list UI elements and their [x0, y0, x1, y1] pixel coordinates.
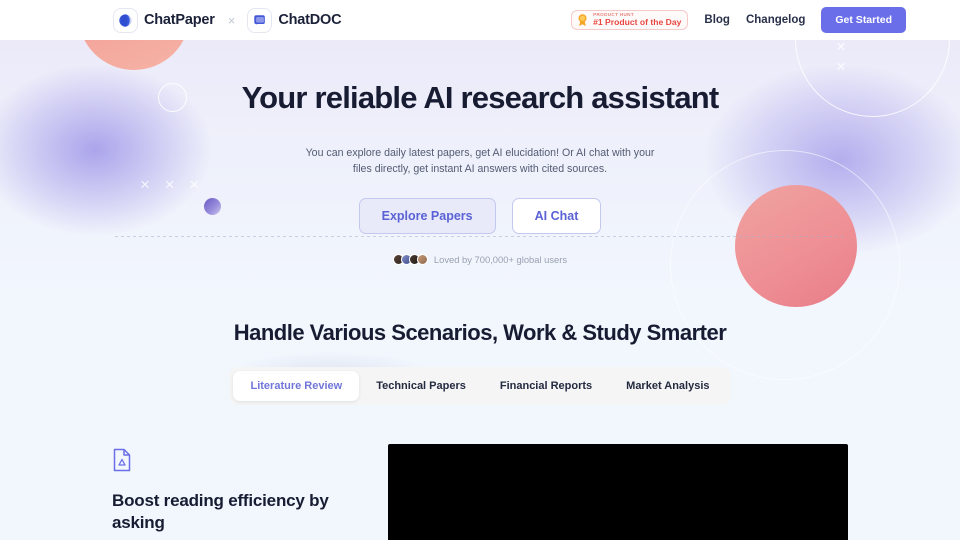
scenarios-section: Handle Various Scenarios, Work & Study S… [0, 320, 960, 405]
page-root: × × × × × ChatPaper × ChatDOC PRODUCT HU… [0, 0, 960, 540]
hero-subtitle: You can explore daily latest papers, get… [305, 147, 655, 176]
explore-papers-button[interactable]: Explore Papers [358, 197, 496, 234]
get-started-button[interactable]: Get Started [821, 7, 906, 33]
hero-section: Your reliable AI research assistant You … [0, 40, 960, 265]
header-actions: PRODUCT HUNT #1 Product of the Day Blog … [571, 7, 906, 33]
chatpaper-brand-name: ChatPaper [144, 12, 215, 28]
scenarios-title: Handle Various Scenarios, Work & Study S… [233, 319, 727, 345]
document-chart-icon [113, 448, 131, 472]
nav-link-changelog[interactable]: Changelog [746, 14, 805, 26]
page-content: Your reliable AI research assistant You … [0, 40, 960, 540]
hero-button-group: Explore Papers AI Chat [0, 197, 960, 234]
chatdoc-brand-name: ChatDOC [278, 12, 342, 28]
brand-group: ChatPaper × ChatDOC [114, 8, 342, 32]
tab-technical-papers[interactable]: Technical Papers [359, 371, 483, 401]
site-header: ChatPaper × ChatDOC PRODUCT HUNT #1 Prod… [0, 0, 960, 40]
tab-financial-reports[interactable]: Financial Reports [483, 371, 609, 401]
chatdoc-logo-icon[interactable] [248, 8, 272, 32]
product-hunt-badge[interactable]: PRODUCT HUNT #1 Product of the Day [571, 10, 689, 30]
product-hunt-badge-text: PRODUCT HUNT #1 Product of the Day [593, 12, 682, 27]
user-avatar-group [392, 253, 428, 265]
chatpaper-logo-icon[interactable] [114, 8, 137, 32]
social-proof: Loved by 700,000+ global users [0, 253, 960, 265]
social-proof-text: Loved by 700,000+ global users [433, 253, 568, 265]
brand-separator: × [227, 12, 236, 28]
hero-title: Your reliable AI research assistant [241, 80, 720, 115]
medal-icon [578, 14, 587, 27]
avatar [416, 253, 428, 265]
scenario-tabs: Literature Review Technical Papers Finan… [229, 366, 731, 405]
tab-literature-review[interactable]: Literature Review [233, 370, 360, 401]
feature-video-player[interactable]: Audio/video is not supported [388, 443, 848, 540]
nav-link-blog[interactable]: Blog [704, 14, 730, 26]
product-hunt-title: #1 Product of the Day [593, 16, 682, 27]
feature-text-column: Boost reading efficiency by asking Don't… [112, 444, 344, 540]
feature-panel: Boost reading efficiency by asking Don't… [0, 443, 960, 540]
feature-heading: Boost reading efficiency by asking [112, 490, 329, 533]
tab-market-analysis[interactable]: Market Analysis [609, 371, 726, 401]
ai-chat-button[interactable]: AI Chat [511, 197, 602, 234]
